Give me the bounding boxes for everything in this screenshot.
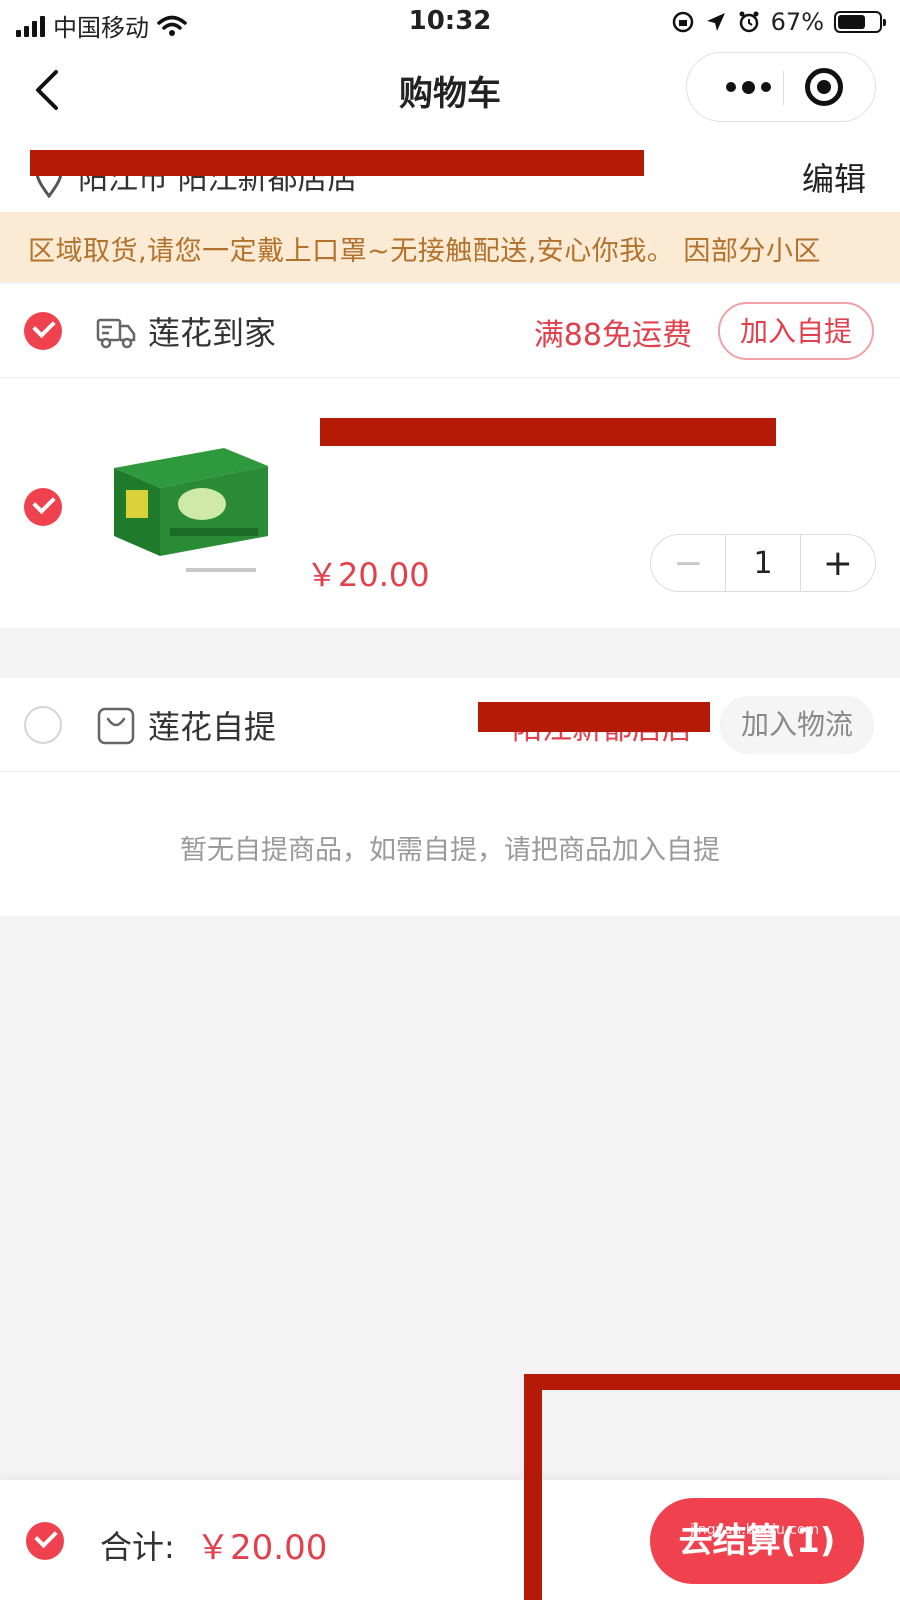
pickup-section-header: 莲花自提 阳江新都店店 加入物流 [0, 678, 900, 772]
rotation-lock-icon [672, 11, 693, 33]
redaction-bar [30, 150, 644, 176]
cart-item: ￥20.00 − 1 + [0, 378, 900, 628]
add-to-logistics-button[interactable]: 加入物流 [719, 696, 874, 754]
status-right: 67% [671, 8, 886, 36]
notice-banner: 区域取货,请您一定戴上口罩~无接触配送,安心你我。 因部分小区 [0, 212, 900, 282]
pickup-empty-state: 暂无自提商品，如需自提，请把商品加入自提 [0, 772, 900, 916]
close-target-icon[interactable] [805, 68, 843, 106]
increase-quantity-button[interactable]: + [801, 535, 875, 591]
nav-bar: 购物车 [0, 44, 900, 134]
battery-percent: 67% [770, 8, 824, 36]
free-shipping-label: 满88免运费 [533, 318, 692, 353]
quantity-stepper: − 1 + [650, 534, 876, 592]
delivery-section-checkbox[interactable] [24, 312, 62, 350]
store-address-row[interactable]: 阳江市 阳江新都店店 编辑 [0, 134, 900, 212]
product-title-redaction [320, 418, 776, 446]
pickup-store-redaction [478, 702, 710, 732]
product-image[interactable] [106, 418, 276, 588]
capsule-divider [783, 71, 784, 105]
quantity-value[interactable]: 1 [725, 535, 801, 591]
edit-button[interactable]: 编辑 [802, 154, 866, 200]
total-label: 合计: [100, 1528, 175, 1566]
delivery-section-title: 莲花到家 [148, 314, 277, 352]
item-price: ￥20.00 [306, 556, 430, 594]
alarm-icon [739, 11, 759, 33]
add-to-pickup-button[interactable]: 加入自提 [717, 302, 874, 360]
annotation-frame [524, 1374, 900, 1600]
shopping-bag-icon [97, 707, 135, 745]
mini-program-capsule [686, 52, 876, 122]
battery-icon [834, 11, 886, 33]
status-bar: 中国移动 10:32 67% [0, 0, 900, 44]
pickup-empty-message: 暂无自提商品，如需自提，请把商品加入自提 [180, 835, 720, 866]
location-arrow-icon [706, 13, 725, 31]
pickup-section-title: 莲花自提 [148, 708, 277, 746]
decrease-quantity-button[interactable]: − [651, 535, 725, 591]
notice-text: 区域取货,请您一定戴上口罩~无接触配送,安心你我。 因部分小区 [28, 236, 821, 267]
total-value: ￥20.00 [196, 1528, 328, 1568]
more-icon[interactable] [713, 53, 783, 121]
pickup-section-checkbox[interactable] [24, 706, 62, 744]
item-checkbox[interactable] [24, 488, 62, 526]
delivery-truck-icon [96, 318, 136, 349]
select-all-checkbox[interactable] [26, 1522, 64, 1560]
delivery-section-header: 莲花到家 满88免运费 加入自提 [0, 284, 900, 378]
